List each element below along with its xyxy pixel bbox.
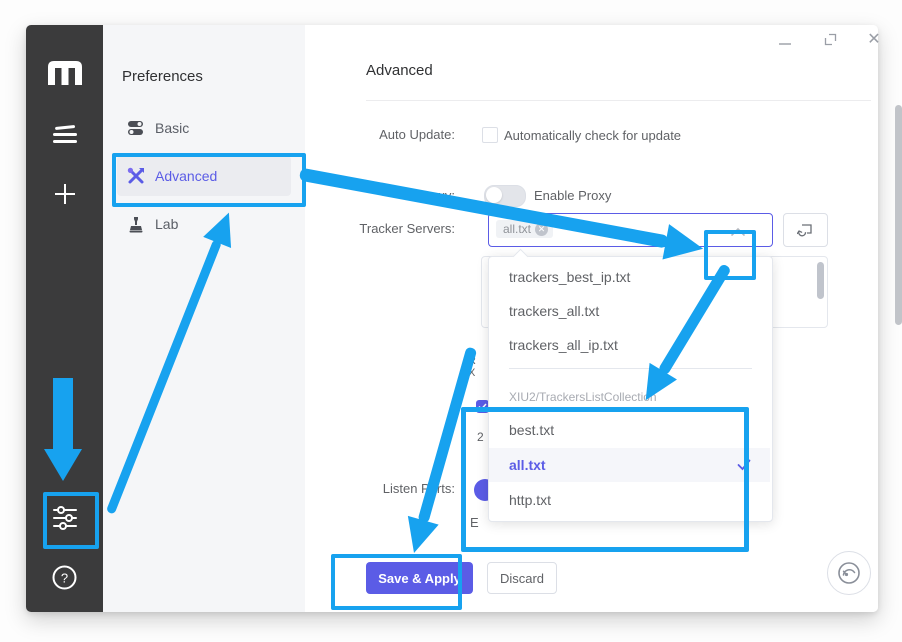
check-icon	[737, 458, 751, 474]
dropdown-group-label: XIU2/TrackersListCollection	[489, 383, 770, 411]
dropdown-option-selected[interactable]: all.txt	[489, 448, 770, 482]
dropdown-option[interactable]: trackers_best_ip.txt	[489, 260, 770, 294]
preferences-title: Preferences	[122, 68, 203, 85]
proxy-toggle[interactable]	[484, 185, 526, 207]
nav-item-basic-label: Basic	[155, 120, 189, 136]
discard-button[interactable]: Discard	[487, 562, 557, 594]
nav-item-lab-label: Lab	[155, 216, 178, 232]
tracker-servers-label: Tracker Servers:	[330, 221, 455, 236]
motrix-logo-icon	[26, 57, 103, 89]
basic-icon	[127, 119, 145, 137]
svg-text:?: ?	[61, 570, 68, 585]
preferences-icon[interactable]	[26, 503, 103, 533]
lab-icon	[127, 215, 145, 233]
screenshot-stage: ? Preferences Basic	[0, 0, 902, 642]
dropdown-option[interactable]: http.txt	[489, 483, 770, 517]
listen-ports-label: Listen Ports:	[330, 481, 455, 496]
auto-update-checkbox-label[interactable]: Automatically check for update	[504, 128, 681, 143]
help-icon[interactable]: ?	[26, 563, 103, 591]
title-divider	[366, 100, 871, 101]
page-title: Advanced	[366, 62, 433, 79]
app-sidebar: ?	[26, 25, 103, 612]
nav-item-advanced-label: Advanced	[155, 168, 217, 184]
nav-item-lab[interactable]: Lab	[117, 204, 291, 244]
proxy-toggle-label: Enable Proxy	[534, 188, 611, 203]
tag-remove-icon[interactable]: ✕	[535, 223, 548, 236]
maximize-button[interactable]	[823, 31, 837, 47]
preferences-panel: Preferences Basic	[103, 25, 305, 612]
textarea-scrollbar[interactable]	[817, 262, 824, 299]
tracker-dropdown: trackers_best_ip.txt trackers_all.txt tr…	[488, 256, 773, 522]
minimize-button[interactable]	[778, 31, 792, 47]
task-list-icon[interactable]	[26, 120, 103, 150]
advanced-tools-icon	[127, 167, 145, 185]
auto-update-label: Auto Update:	[330, 127, 455, 142]
add-task-icon[interactable]	[26, 178, 103, 210]
tracker-tag: all.txt ✕	[496, 220, 553, 238]
tracker-servers-select[interactable]: all.txt ✕	[488, 213, 773, 247]
dropdown-divider	[509, 368, 752, 369]
close-button[interactable]: ✕	[867, 31, 881, 47]
proxy-label: Proxy:	[330, 188, 455, 203]
app-window: ? Preferences Basic	[26, 25, 878, 612]
clipped-text-fragment: X	[468, 367, 475, 379]
chevron-up-icon[interactable]	[730, 224, 746, 242]
dropdown-option[interactable]: trackers_all_ip.txt	[489, 328, 770, 362]
sync-trackers-button[interactable]	[783, 213, 828, 247]
main-scrollbar[interactable]	[895, 105, 902, 325]
tracker-tag-label: all.txt	[503, 222, 531, 236]
clipped-text-fragment: E	[470, 515, 479, 530]
nav-item-advanced[interactable]: Advanced	[117, 156, 291, 196]
save-apply-button[interactable]: Save & Apply	[366, 562, 473, 594]
auto-update-checkbox[interactable]	[482, 127, 498, 143]
dropdown-option[interactable]: trackers_all.txt	[489, 294, 770, 328]
dropdown-option[interactable]: best.txt	[489, 413, 770, 447]
clipped-text-fragment: R	[468, 355, 476, 367]
clipped-text-fragment: 2	[477, 430, 484, 444]
speed-limit-button[interactable]	[827, 551, 871, 595]
advanced-settings-panel: ✕ Advanced Auto Update: Automatically ch…	[305, 25, 878, 612]
nav-item-basic[interactable]: Basic	[117, 108, 291, 148]
